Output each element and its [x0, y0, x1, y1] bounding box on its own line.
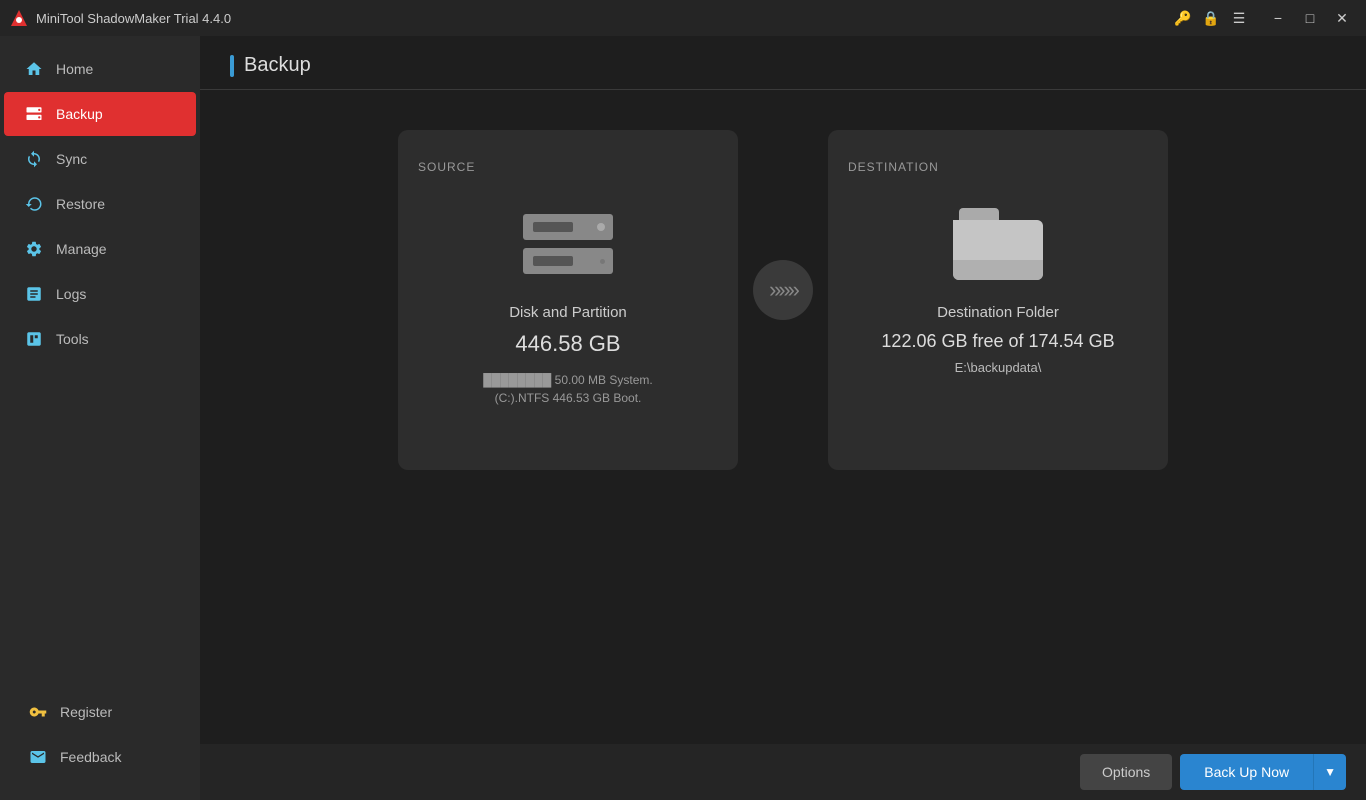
source-size: 446.58 GB — [515, 331, 620, 357]
sidebar-item-logs[interactable]: Logs — [4, 272, 196, 316]
maximize-button[interactable]: □ — [1296, 4, 1324, 32]
sidebar-item-tools[interactable]: Tools — [4, 317, 196, 361]
source-detail: ████████ 50.00 MB System. (C:).NTFS 446.… — [483, 371, 652, 407]
disk-slot-top — [523, 214, 613, 240]
sidebar-item-logs-label: Logs — [56, 286, 86, 302]
sidebar-item-backup-label: Backup — [56, 106, 103, 122]
main-layout: Home Backup — [0, 36, 1366, 800]
source-detail-line1: ████████ 50.00 MB System. — [483, 373, 652, 387]
menu-icon[interactable]: ☰ — [1228, 7, 1250, 29]
destination-path: E:\backupdata\ — [955, 360, 1042, 375]
sidebar-item-restore-label: Restore — [56, 196, 105, 212]
sidebar-item-register[interactable]: Register — [8, 690, 192, 734]
lock-icon[interactable]: 🔒 — [1200, 7, 1222, 29]
destination-label: DESTINATION — [848, 160, 939, 174]
title-bar-icon-group: 🔑 🔒 ☰ — [1172, 7, 1250, 29]
folder-tab — [959, 208, 999, 220]
source-detail-line2: (C:).NTFS 446.53 GB Boot. — [495, 391, 642, 405]
destination-icon-area — [948, 204, 1048, 284]
sync-icon — [24, 149, 44, 169]
disk-dot — [597, 223, 605, 231]
minimize-button[interactable]: − — [1264, 4, 1292, 32]
destination-free: 122.06 GB free of 174.54 GB — [881, 331, 1114, 352]
window-controls: − □ ✕ — [1264, 4, 1356, 32]
title-bar: MiniTool ShadowMaker Trial 4.4.0 🔑 🔒 ☰ −… — [0, 0, 1366, 36]
backup-now-button[interactable]: Back Up Now — [1180, 754, 1313, 790]
destination-name: Destination Folder — [937, 304, 1059, 321]
backup-icon — [24, 104, 44, 124]
sidebar-item-backup[interactable]: Backup — [4, 92, 196, 136]
options-button[interactable]: Options — [1080, 754, 1172, 790]
close-button[interactable]: ✕ — [1328, 4, 1356, 32]
disk-dot2 — [600, 259, 605, 264]
manage-icon — [24, 239, 44, 259]
feedback-email-icon — [28, 747, 48, 767]
sidebar-item-sync-label: Sync — [56, 151, 87, 167]
source-card[interactable]: SOURCE Disk and Partition 446.58 GB ████… — [398, 130, 738, 470]
backup-area: SOURCE Disk and Partition 446.58 GB ████… — [200, 90, 1366, 744]
source-name: Disk and Partition — [509, 304, 627, 321]
sidebar: Home Backup — [0, 36, 200, 800]
folder-body — [953, 220, 1043, 280]
sidebar-item-restore[interactable]: Restore — [4, 182, 196, 226]
sidebar-nav: Home Backup — [0, 36, 200, 679]
folder-icon — [953, 208, 1043, 280]
key-icon[interactable]: 🔑 — [1172, 7, 1194, 29]
arrow-icon: »»» — [769, 277, 797, 303]
sidebar-item-manage-label: Manage — [56, 241, 107, 257]
logs-icon — [24, 284, 44, 304]
sidebar-item-home-label: Home — [56, 61, 93, 77]
sidebar-item-feedback[interactable]: Feedback — [8, 735, 192, 779]
backup-dropdown-button[interactable]: ▼ — [1313, 754, 1346, 790]
disk-slot-bottom — [523, 248, 613, 274]
destination-card[interactable]: DESTINATION Destination Folder 122.06 GB… — [828, 130, 1168, 470]
page-title: Backup — [244, 54, 311, 77]
sidebar-item-manage[interactable]: Manage — [4, 227, 196, 271]
sidebar-item-home[interactable]: Home — [4, 47, 196, 91]
sidebar-item-feedback-label: Feedback — [60, 749, 121, 765]
arrow-circle: »»» — [753, 260, 813, 320]
sidebar-item-tools-label: Tools — [56, 331, 89, 347]
header-accent — [230, 55, 234, 77]
disk-icon — [523, 214, 613, 274]
sidebar-item-register-label: Register — [60, 704, 112, 720]
content-area: Backup SOURCE Disk and Partition — [200, 36, 1366, 800]
tools-icon — [24, 329, 44, 349]
restore-icon — [24, 194, 44, 214]
app-title: MiniTool ShadowMaker Trial 4.4.0 — [36, 11, 1172, 26]
sidebar-bottom: Register Feedback — [0, 679, 200, 800]
app-logo — [10, 9, 28, 27]
home-icon — [24, 59, 44, 79]
register-key-icon — [28, 702, 48, 722]
sidebar-item-sync[interactable]: Sync — [4, 137, 196, 181]
content-header: Backup — [200, 36, 1366, 90]
bottom-bar: Options Back Up Now ▼ — [200, 744, 1366, 800]
backup-now-group: Back Up Now ▼ — [1180, 754, 1346, 790]
source-label: SOURCE — [418, 160, 475, 174]
source-icon-area — [518, 204, 618, 284]
arrow-connector: »»» — [738, 260, 828, 320]
